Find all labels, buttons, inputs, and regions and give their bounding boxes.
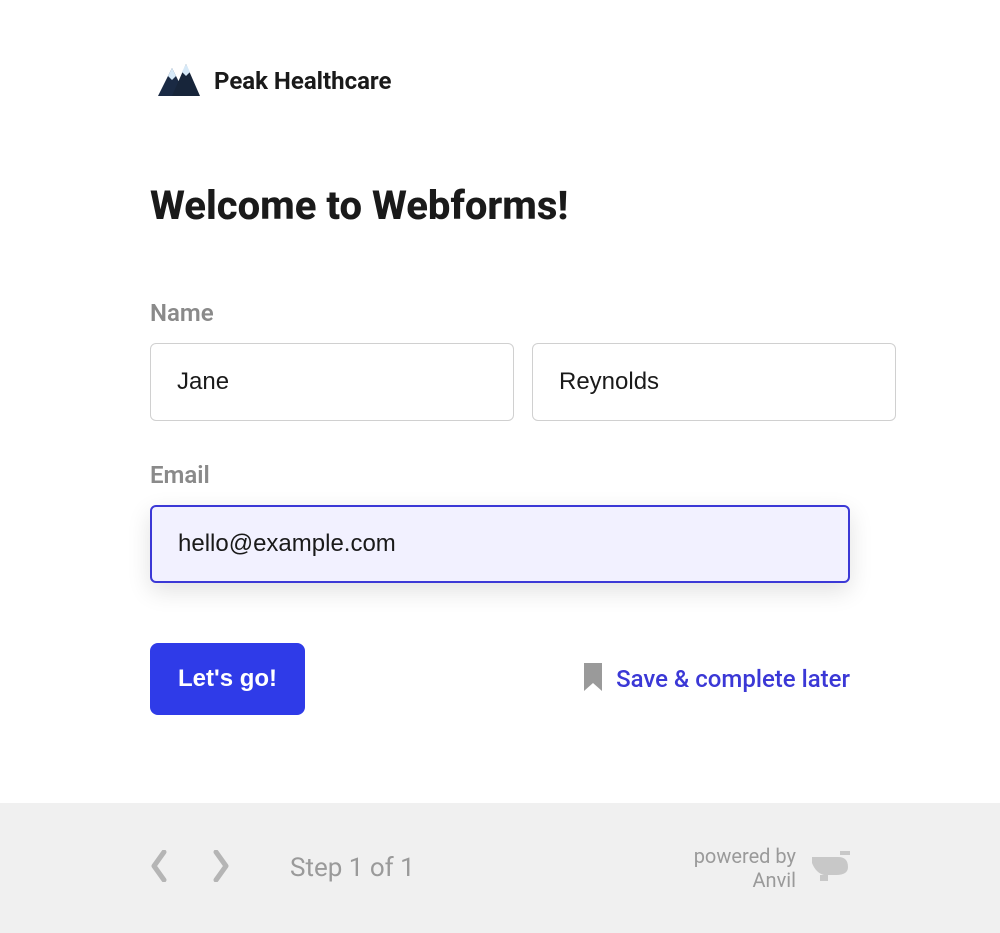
prev-step-button[interactable]	[150, 850, 170, 886]
next-step-button[interactable]	[210, 850, 230, 886]
submit-button[interactable]: Let's go!	[150, 643, 305, 715]
chevron-left-icon	[150, 850, 170, 882]
bookmark-icon	[582, 663, 604, 695]
save-later-link[interactable]: Save & complete later	[582, 663, 850, 695]
page-title: Welcome to Webforms!	[150, 182, 850, 229]
save-later-label: Save & complete later	[616, 665, 850, 693]
name-label: Name	[150, 299, 850, 327]
name-field-group: Name	[150, 299, 850, 421]
email-input[interactable]	[150, 505, 850, 583]
footer: Step 1 of 1 powered by Anvil	[0, 803, 1000, 933]
header: Peak Healthcare	[150, 60, 850, 102]
email-label: Email	[150, 461, 850, 489]
powered-by-text: powered by Anvil	[694, 844, 796, 892]
brand-logo-icon	[150, 60, 202, 102]
email-field-group: Email	[150, 461, 850, 583]
step-indicator: Step 1 of 1	[290, 853, 415, 883]
brand-name: Peak Healthcare	[214, 67, 391, 95]
first-name-input[interactable]	[150, 343, 514, 421]
chevron-right-icon	[210, 850, 230, 882]
anvil-logo-icon	[812, 851, 850, 885]
last-name-input[interactable]	[532, 343, 896, 421]
